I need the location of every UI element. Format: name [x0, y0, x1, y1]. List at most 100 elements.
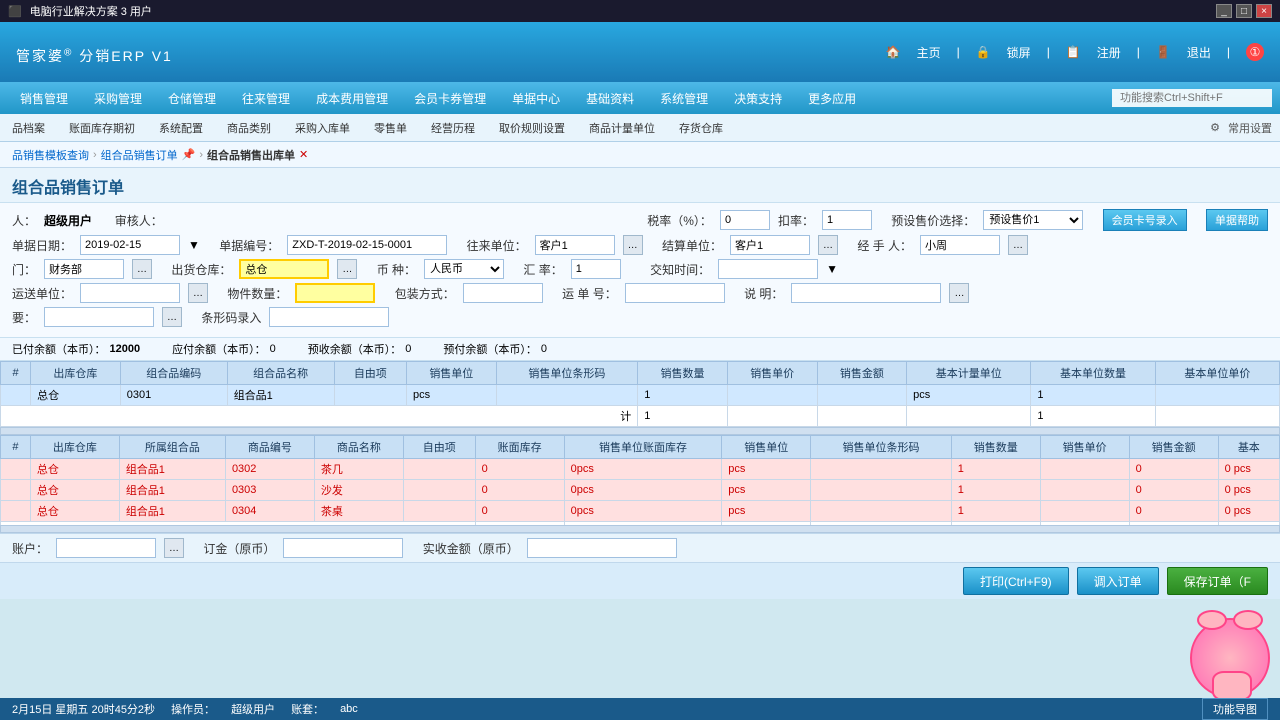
- shipping-input[interactable]: [80, 283, 180, 303]
- note-ellipsis[interactable]: …: [162, 307, 182, 327]
- upper-scrollbar[interactable]: [0, 427, 1280, 435]
- title-bar-right[interactable]: _ □ ×: [1216, 4, 1272, 18]
- lcell-base: 0 pcs: [1218, 459, 1279, 480]
- barcode-input[interactable]: [269, 307, 389, 327]
- minimize-btn[interactable]: _: [1216, 4, 1232, 18]
- received-input[interactable]: [527, 538, 677, 558]
- subnav-retail[interactable]: 零售单: [370, 118, 411, 138]
- exchange-input[interactable]: [571, 259, 621, 279]
- note-input[interactable]: [44, 307, 154, 327]
- print-btn[interactable]: 打印(Ctrl+F9): [963, 567, 1069, 595]
- nav-relations[interactable]: 往来管理: [230, 86, 302, 111]
- remark-ellipsis[interactable]: …: [949, 283, 969, 303]
- date-dropdown-icon[interactable]: ▼: [188, 238, 200, 252]
- table-row[interactable]: 总仓 组合品1 0302 茶几 0 0pcs pcs 1 0 0 pcs: [1, 459, 1280, 480]
- lcell-code: 0302: [225, 459, 314, 480]
- breadcrumb-item-2[interactable]: 组合品销售订单: [101, 147, 178, 163]
- export-icon: 🚪: [1156, 45, 1171, 59]
- breadcrumb-item-1[interactable]: 品销售模板查询: [12, 147, 89, 163]
- note-link[interactable]: 注册: [1097, 44, 1121, 61]
- dept-input[interactable]: [44, 259, 124, 279]
- partner-label: 往来单位：: [467, 237, 527, 254]
- shipping-ellipsis[interactable]: …: [188, 283, 208, 303]
- breadcrumb-item-3[interactable]: 组合品销售出库单: [207, 147, 295, 163]
- footer-qty: 1: [638, 406, 728, 427]
- handler-ellipsis[interactable]: …: [1008, 235, 1028, 255]
- subnav-config[interactable]: 系统配置: [155, 118, 207, 138]
- col-no: #: [1, 362, 31, 385]
- subnav-purchase-in[interactable]: 采购入库单: [291, 118, 354, 138]
- settle-ellipsis[interactable]: …: [818, 235, 838, 255]
- nav-search-input[interactable]: [1112, 89, 1272, 107]
- partner-ellipsis[interactable]: …: [623, 235, 643, 255]
- warehouse-ellipsis[interactable]: …: [337, 259, 357, 279]
- nav-decision[interactable]: 决策支持: [722, 86, 794, 111]
- func-map-btn[interactable]: 功能导图: [1202, 698, 1268, 720]
- balance-row: 已付余额（本币）： 12000 应付余额（本币）： 0 预收余额（本币）： 0 …: [0, 338, 1280, 361]
- lcol-qty: 销售数量: [951, 436, 1040, 459]
- ship-no-input[interactable]: [625, 283, 725, 303]
- order-no-input[interactable]: [287, 235, 447, 255]
- export-link[interactable]: 退出: [1187, 44, 1211, 61]
- balance-receivable: 应付余额（本币）： 0: [172, 341, 276, 357]
- tax-input[interactable]: [720, 210, 770, 230]
- lower-scrollbar[interactable]: [0, 525, 1280, 533]
- discount-input[interactable]: [822, 210, 872, 230]
- handler-input[interactable]: [920, 235, 1000, 255]
- table-row[interactable]: 总仓 组合品1 0304 茶桌 0 0pcs pcs 1 0 0 pcs: [1, 501, 1280, 522]
- nav-orders[interactable]: 单据中心: [500, 86, 572, 111]
- table-row[interactable]: 总仓 组合品1 0303 沙发 0 0pcs pcs 1 0 0 pcs: [1, 480, 1280, 501]
- date-input[interactable]: [80, 235, 180, 255]
- nav-sales[interactable]: 销售管理: [8, 86, 80, 111]
- partner-input[interactable]: [535, 235, 615, 255]
- cell-free: [334, 385, 406, 406]
- subnav-category[interactable]: 商品类别: [223, 118, 275, 138]
- subnav-products[interactable]: 品档案: [8, 118, 49, 138]
- info-link[interactable]: ①: [1246, 43, 1264, 61]
- subnav-warehouse[interactable]: 存货仓库: [675, 118, 727, 138]
- currency-select[interactable]: 人民币: [424, 259, 504, 279]
- shipping-label: 运送单位：: [12, 285, 72, 302]
- pack-input[interactable]: [463, 283, 543, 303]
- settle-input[interactable]: [730, 235, 810, 255]
- warehouse-input[interactable]: [239, 259, 329, 279]
- account-input[interactable]: [56, 538, 156, 558]
- remark-input[interactable]: [791, 283, 941, 303]
- nav-cost[interactable]: 成本费用管理: [304, 86, 400, 111]
- home-link[interactable]: 主页: [917, 44, 941, 61]
- maximize-btn[interactable]: □: [1236, 4, 1252, 18]
- qty-input[interactable]: [295, 283, 375, 303]
- app-header: 管家婆® 分销ERP V1 🏠 主页 | 🔒 锁屏 | 📋 注册 | 🚪 退出 …: [0, 22, 1280, 82]
- form-row-4: 运送单位： … 物件数量： 包装方式： 运 单 号： 说 明： …: [12, 283, 1268, 303]
- common-settings[interactable]: 常用设置: [1228, 120, 1272, 136]
- price-select[interactable]: 预设售价1: [983, 210, 1083, 230]
- save-btn[interactable]: 保存订单（F: [1167, 567, 1268, 595]
- col-sales-qty: 销售数量: [638, 362, 728, 385]
- nav-purchase[interactable]: 采购管理: [82, 86, 154, 111]
- lcell-no: [1, 459, 31, 480]
- bottom-form: 账户： … 订金（原币） 实收金额（原币）: [0, 533, 1280, 562]
- account-ellipsis[interactable]: …: [164, 538, 184, 558]
- nav-basic[interactable]: 基础资料: [574, 86, 646, 111]
- table-row[interactable]: 总仓 0301 组合品1 pcs 1 pcs 1: [1, 385, 1280, 406]
- dept-ellipsis[interactable]: …: [132, 259, 152, 279]
- col-base-unit: 基本计量单位: [907, 362, 1031, 385]
- nav-member[interactable]: 会员卡券管理: [402, 86, 498, 111]
- close-btn[interactable]: ×: [1256, 4, 1272, 18]
- order-amount-input[interactable]: [283, 538, 403, 558]
- footer-base-qty: 1: [1031, 406, 1155, 427]
- trade-time-input[interactable]: [718, 259, 818, 279]
- lock-link[interactable]: 锁屏: [1007, 44, 1031, 61]
- trade-time-dropdown[interactable]: ▼: [826, 262, 838, 276]
- nav-warehouse[interactable]: 仓储管理: [156, 86, 228, 111]
- member-btn[interactable]: 会员卡号录入: [1103, 209, 1187, 231]
- subnav-history[interactable]: 经营历程: [427, 118, 479, 138]
- subnav-price-rules[interactable]: 取价规则设置: [495, 118, 569, 138]
- nav-more[interactable]: 更多应用: [796, 86, 868, 111]
- nav-system[interactable]: 系统管理: [648, 86, 720, 111]
- subnav-units[interactable]: 商品计量单位: [585, 118, 659, 138]
- subnav-stock-init[interactable]: 账面库存期初: [65, 118, 139, 138]
- import-btn[interactable]: 调入订单: [1077, 567, 1159, 595]
- status-date: 2月15日 星期五 20时45分2秒: [12, 701, 155, 717]
- help-btn[interactable]: 单据帮助: [1206, 209, 1268, 231]
